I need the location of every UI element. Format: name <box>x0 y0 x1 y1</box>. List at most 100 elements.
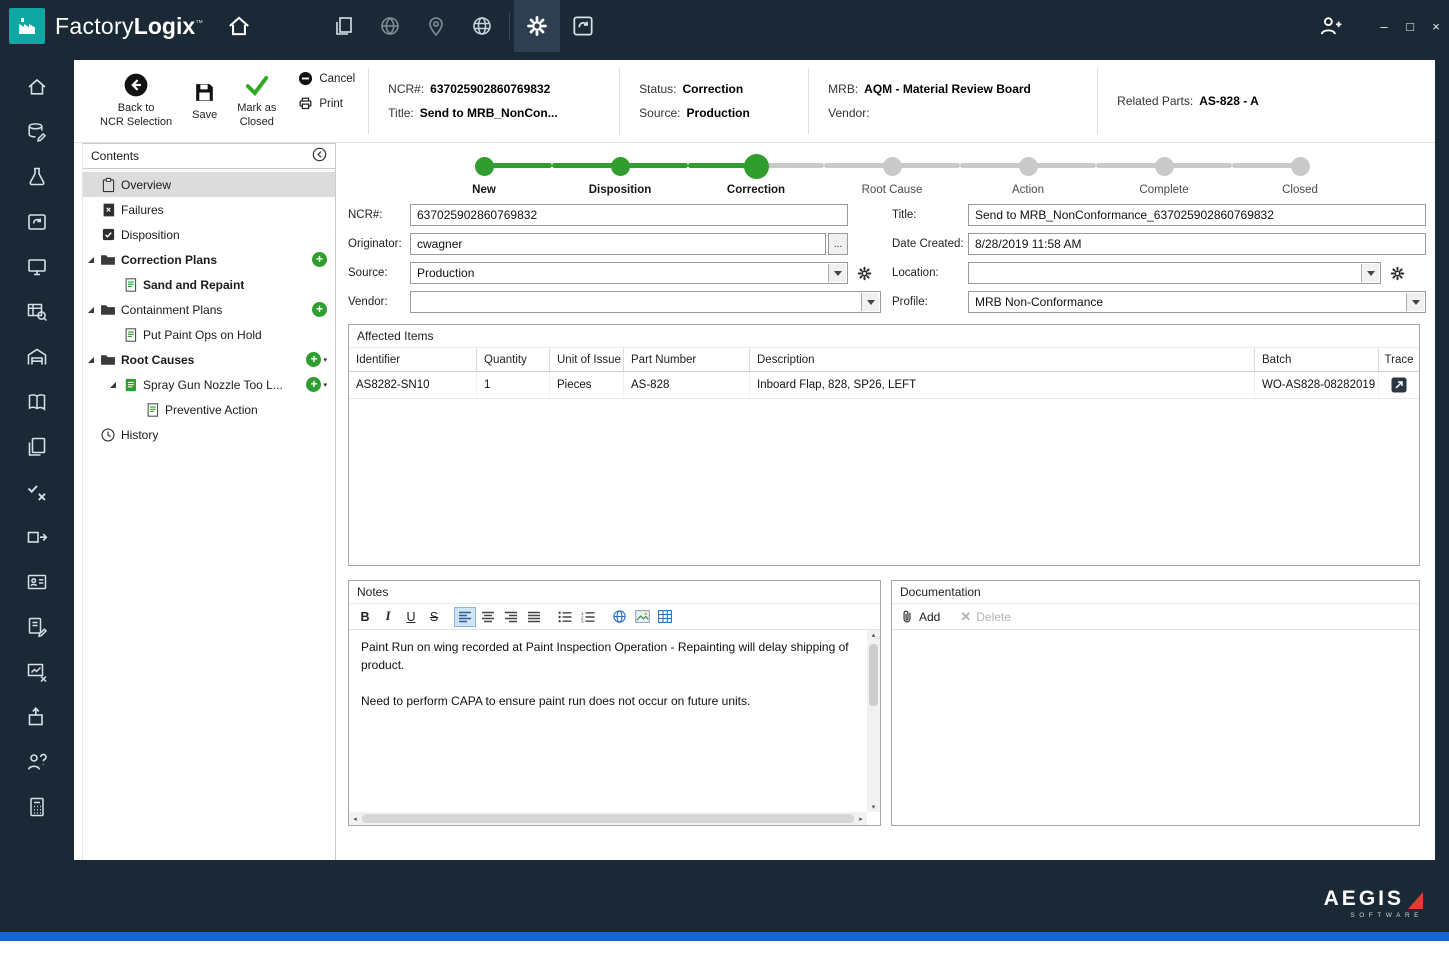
expander-icon[interactable]: ◢ <box>83 305 99 314</box>
column-header-quantity[interactable]: Quantity <box>477 348 550 371</box>
process-refresh-icon[interactable] <box>560 0 606 52</box>
horizontal-scrollbar[interactable]: ◂▸ <box>349 812 867 825</box>
library-icon[interactable] <box>24 389 50 414</box>
tree-item-correction-plans[interactable]: ◢ Correction Plans + <box>83 247 335 272</box>
chevron-down-icon[interactable] <box>1361 264 1379 282</box>
cancel-button[interactable]: Cancel <box>298 71 355 86</box>
add-user-icon[interactable] <box>1307 0 1353 52</box>
tree-item-preventive-action[interactable]: Preventive Action <box>83 397 335 422</box>
materials-icon[interactable] <box>24 119 50 144</box>
documentation-list[interactable] <box>892 630 1419 825</box>
italic-button[interactable]: I <box>377 607 399 627</box>
source-settings-gear-icon[interactable] <box>852 262 876 284</box>
column-header-unit[interactable]: Unit of Issue <box>550 348 624 371</box>
close-button[interactable]: × <box>1423 0 1449 52</box>
vertical-scrollbar[interactable]: ▴▾ <box>867 630 880 812</box>
print-button[interactable]: Print <box>298 96 355 111</box>
templates-icon[interactable] <box>24 434 50 459</box>
vendor-dropdown[interactable] <box>410 291 881 313</box>
align-center-icon[interactable] <box>477 607 499 627</box>
add-correction-plan-button[interactable]: + <box>312 252 327 267</box>
collapse-panel-icon[interactable] <box>312 147 327 165</box>
home-icon[interactable] <box>219 13 259 39</box>
scrollbar-thumb[interactable] <box>869 644 878 706</box>
add-root-cause-button[interactable]: +▾ <box>306 352 327 367</box>
tree-item-spray-gun-nozzle[interactable]: ◢ Spray Gun Nozzle Too L... +▾ <box>83 372 335 397</box>
originator-field[interactable]: cwagner <box>410 233 826 255</box>
scrollbar-thumb[interactable] <box>362 814 854 823</box>
numbered-list-icon[interactable]: 123 <box>577 607 599 627</box>
notes-editor[interactable]: Paint Run on wing recorded at Paint Insp… <box>349 630 880 825</box>
insert-table-icon[interactable] <box>654 607 676 627</box>
expander-icon[interactable]: ◢ <box>105 380 121 389</box>
align-right-icon[interactable] <box>500 607 522 627</box>
save-button[interactable]: Save <box>182 60 227 142</box>
quality-icon[interactable] <box>24 479 50 504</box>
tree-item-root-causes[interactable]: ◢ Root Causes +▾ <box>83 347 335 372</box>
profile-dropdown[interactable]: MRB Non-Conformance <box>968 291 1426 313</box>
support-icon[interactable] <box>24 749 50 774</box>
workstation-icon[interactable] <box>24 254 50 279</box>
title-field[interactable]: Send to MRB_NonConformance_6370259028607… <box>968 204 1426 226</box>
tree-item-containment-plans[interactable]: ◢ Containment Plans + <box>83 297 335 322</box>
source-dropdown[interactable]: Production <box>410 262 848 284</box>
tree-item-disposition[interactable]: Disposition <box>83 222 335 247</box>
mark-as-closed-button[interactable]: Mark asClosed <box>227 60 286 142</box>
column-header-batch[interactable]: Batch <box>1255 348 1379 371</box>
tree-item-sand-and-repaint[interactable]: Sand and Repaint <box>83 272 335 297</box>
transfer-icon[interactable] <box>24 524 50 549</box>
tree-item-put-paint-ops-on-hold[interactable]: Put Paint Ops on Hold <box>83 322 335 347</box>
maximize-button[interactable]: □ <box>1397 0 1423 52</box>
audit-icon[interactable] <box>24 659 50 684</box>
id-card-icon[interactable] <box>24 569 50 594</box>
back-icon <box>123 72 149 98</box>
expander-icon[interactable]: ◢ <box>83 255 99 264</box>
insert-image-icon[interactable] <box>631 607 653 627</box>
calculator-icon[interactable] <box>24 794 50 819</box>
column-header-part-number[interactable]: Part Number <box>624 348 750 371</box>
gear-icon[interactable] <box>514 0 560 52</box>
table-row[interactable]: AS8282-SN10 1 Pieces AS-828 Inboard Flap… <box>349 372 1419 399</box>
tree-item-failures[interactable]: Failures <box>83 197 335 222</box>
bottom-accent-bar <box>0 932 1449 941</box>
hyperlink-globe-icon[interactable] <box>608 607 630 627</box>
documents-icon[interactable] <box>321 0 367 52</box>
location-dropdown[interactable] <box>968 262 1381 284</box>
underline-button[interactable]: U <box>400 607 422 627</box>
back-to-ncr-selection-button[interactable]: Back toNCR Selection <box>90 60 182 142</box>
column-header-description[interactable]: Description <box>750 348 1255 371</box>
map-pin-icon[interactable] <box>413 0 459 52</box>
align-justify-icon[interactable] <box>523 607 545 627</box>
trace-link-icon[interactable] <box>1379 372 1419 398</box>
globe-icon[interactable] <box>459 0 505 52</box>
ncr-number-field[interactable]: 637025902860769832 <box>410 204 848 226</box>
chevron-down-icon[interactable] <box>828 264 846 282</box>
lot-search-icon[interactable] <box>24 299 50 324</box>
expander-icon[interactable]: ◢ <box>83 355 99 364</box>
bullet-list-icon[interactable] <box>554 607 576 627</box>
cloud-icon[interactable] <box>367 0 413 52</box>
add-preventive-action-button[interactable]: +▾ <box>306 377 327 392</box>
delete-attachment-button[interactable]: ✕ Delete <box>960 609 1011 625</box>
column-header-identifier[interactable]: Identifier <box>349 348 477 371</box>
warehouse-icon[interactable] <box>24 344 50 369</box>
column-header-trace[interactable]: Trace <box>1379 348 1419 371</box>
chevron-down-icon[interactable] <box>861 293 879 311</box>
originator-browse-button[interactable]: ... <box>828 233 848 255</box>
chevron-down-icon[interactable] <box>1406 293 1424 311</box>
bold-button[interactable]: B <box>354 607 376 627</box>
home-icon[interactable] <box>24 74 50 99</box>
add-attachment-button[interactable]: Add <box>900 609 940 624</box>
tree-item-history[interactable]: History <box>83 422 335 447</box>
engineering-icon[interactable] <box>24 164 50 189</box>
strikethrough-button[interactable]: S <box>423 607 445 627</box>
date-created-field[interactable]: 8/28/2019 11:58 AM <box>968 233 1426 255</box>
revision-icon[interactable] <box>24 209 50 234</box>
add-containment-plan-button[interactable]: + <box>312 302 327 317</box>
shipment-icon[interactable] <box>24 704 50 729</box>
location-settings-gear-icon[interactable] <box>1385 262 1409 284</box>
reports-icon[interactable] <box>24 614 50 639</box>
align-left-icon[interactable] <box>454 607 476 627</box>
tree-item-overview[interactable]: Overview <box>83 172 335 197</box>
minimize-button[interactable]: – <box>1371 0 1397 52</box>
